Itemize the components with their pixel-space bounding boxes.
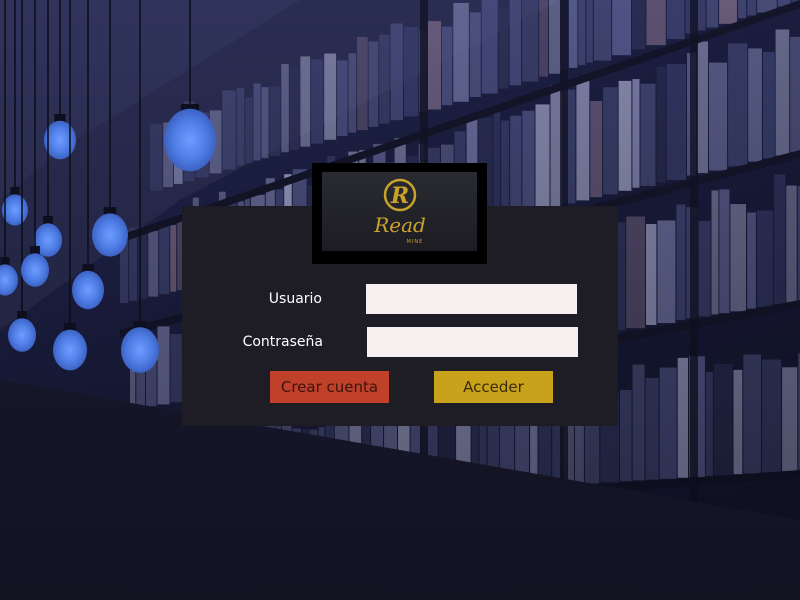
logo-sub: MINE: [407, 239, 424, 245]
create-account-button[interactable]: Crear cuenta: [270, 371, 389, 403]
username-label: Usuario: [268, 291, 322, 307]
login-button[interactable]: Acceder: [434, 371, 553, 403]
username-input[interactable]: [366, 284, 577, 314]
logo-word: Read: [373, 213, 426, 237]
logo: R Read MINE: [322, 172, 477, 251]
login-screen: R Read MINE Usuario Contraseña Crear cue…: [0, 0, 800, 600]
logo-mark: R: [390, 183, 409, 209]
read-mine-logo-icon: R Read MINE: [373, 178, 426, 245]
password-input[interactable]: [367, 327, 578, 357]
password-label: Contraseña: [242, 334, 323, 350]
logo-frame: R Read MINE: [312, 163, 487, 264]
